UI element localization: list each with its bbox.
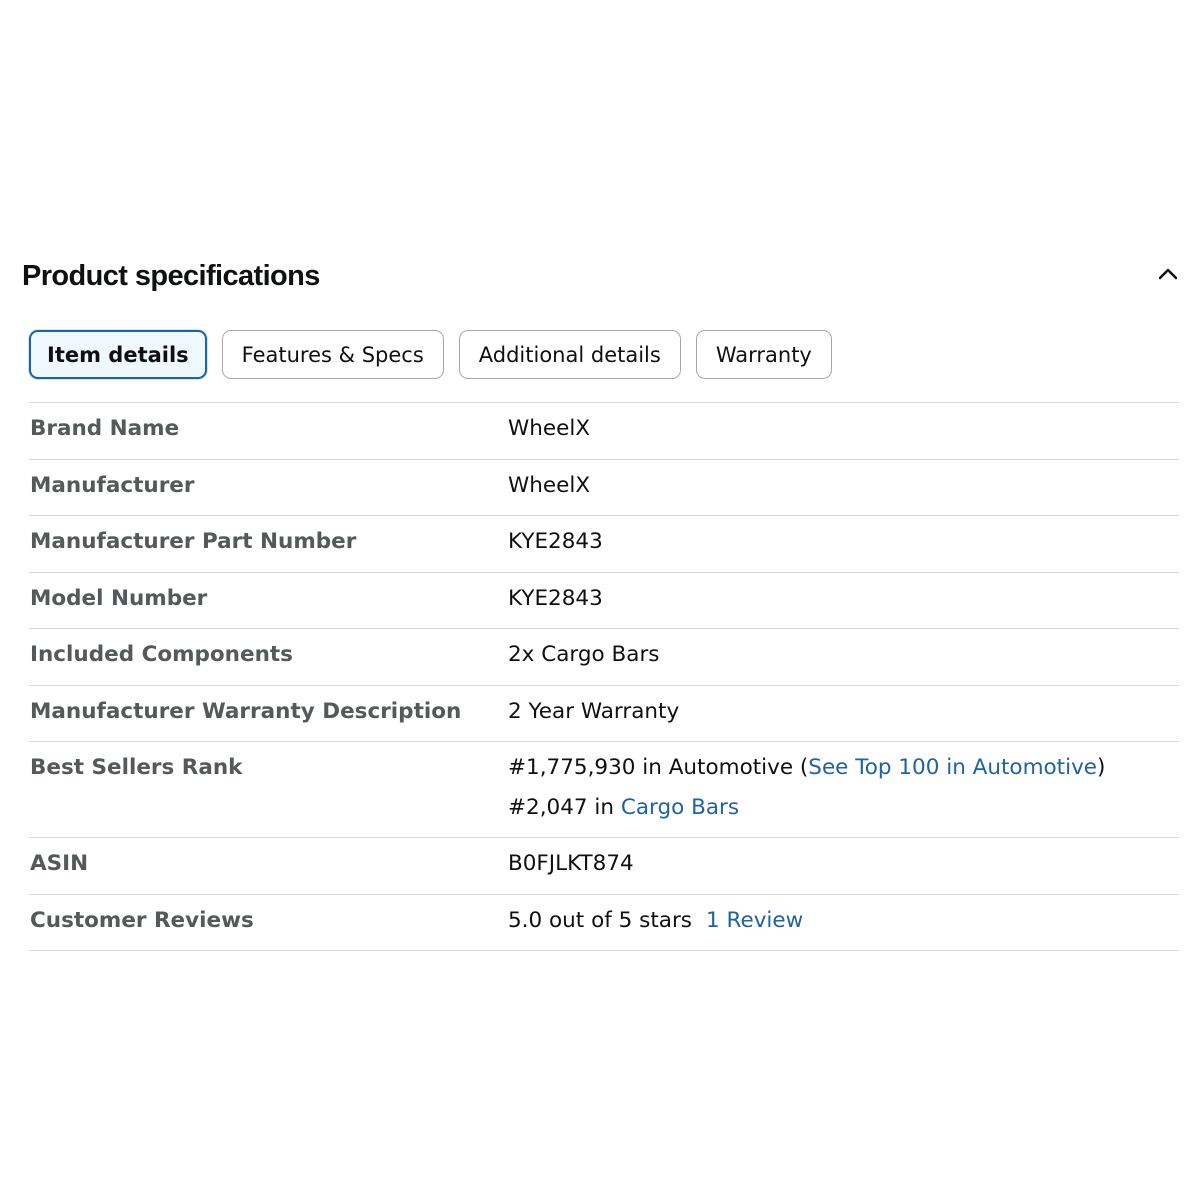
spec-label: Brand Name: [30, 416, 180, 441]
rank-line-automotive: #1,775,930 in Automotive (See Top 100 in…: [508, 755, 1179, 795]
spec-label: Model Number: [30, 585, 208, 611]
tab-warranty[interactable]: Warranty: [695, 330, 832, 379]
collapse-toggle-button[interactable]: [1154, 260, 1182, 288]
spec-value: B0FJLKT874: [508, 851, 634, 876]
product-specifications-page: Product specifications Item details Feat…: [0, 0, 1200, 1200]
spec-label: Included Components: [30, 642, 293, 667]
spec-value: 2x Cargo Bars: [508, 642, 660, 667]
spec-row-manufacturer: Manufacturer WheelX: [29, 460, 1179, 516]
spec-value: #1,775,930 in Automotive (See Top 100 in…: [508, 742, 1179, 837]
section-title: Product specifications: [22, 260, 320, 292]
chevron-up-icon: [1158, 268, 1178, 280]
spec-value: WheelX: [508, 472, 591, 498]
spec-row-customer-reviews: Customer Reviews 5.0 out of 5 stars 1 Rev…: [29, 895, 1179, 951]
tab-additional-details[interactable]: Additional details: [458, 330, 681, 379]
spec-table: Brand Name WheelX Manufacturer WheelX Ma…: [29, 402, 1179, 951]
spec-row-warranty-description: Manufacturer Warranty Description 2 Year…: [29, 686, 1179, 742]
rank-text: #1,775,930 in Automotive (: [508, 755, 809, 780]
spec-label: Manufacturer: [30, 472, 195, 498]
top-100-automotive-link[interactable]: See Top 100 in Automotive: [808, 755, 1097, 780]
spec-label: Manufacturer Part Number: [30, 529, 357, 554]
spec-row-part-number: Manufacturer Part Number KYE2843: [29, 516, 1179, 573]
spec-value: KYE2843: [508, 529, 603, 554]
rank-line-cargo-bars: #2,047 in Cargo Bars: [508, 795, 1179, 835]
spec-value: 2 Year Warranty: [508, 698, 680, 724]
spec-row-included-components: Included Components 2x Cargo Bars: [29, 629, 1179, 686]
spec-label: Manufacturer Warranty Description: [30, 698, 462, 724]
spec-label: ASIN: [30, 851, 89, 876]
spec-value: 5.0 out of 5 stars 1 Review: [508, 895, 1179, 951]
cargo-bars-link[interactable]: Cargo Bars: [621, 795, 739, 820]
spec-row-model-number: Model Number KYE2843: [29, 573, 1179, 629]
spec-row-asin: ASIN B0FJLKT874: [29, 838, 1179, 895]
spec-value: KYE2843: [508, 585, 603, 611]
rank-text: #2,047 in: [508, 795, 621, 820]
rating-text: 5.0 out of 5 stars: [508, 907, 692, 933]
spec-label: Customer Reviews: [30, 907, 254, 933]
spec-value: WheelX: [508, 416, 591, 441]
tab-item-details[interactable]: Item details: [29, 330, 207, 379]
review-count-link[interactable]: 1 Review: [706, 908, 803, 933]
spec-tabs: Item details Features & Specs Additional…: [29, 330, 832, 379]
spec-row-brand-name: Brand Name WheelX: [29, 403, 1179, 460]
section-header: Product specifications: [22, 258, 1182, 300]
tab-features-specs[interactable]: Features & Specs: [221, 330, 444, 379]
spec-row-best-sellers-rank: Best Sellers Rank #1,775,930 in Automoti…: [29, 742, 1179, 838]
spec-label: Best Sellers Rank: [30, 755, 243, 780]
rank-close-paren: ): [1097, 755, 1106, 780]
